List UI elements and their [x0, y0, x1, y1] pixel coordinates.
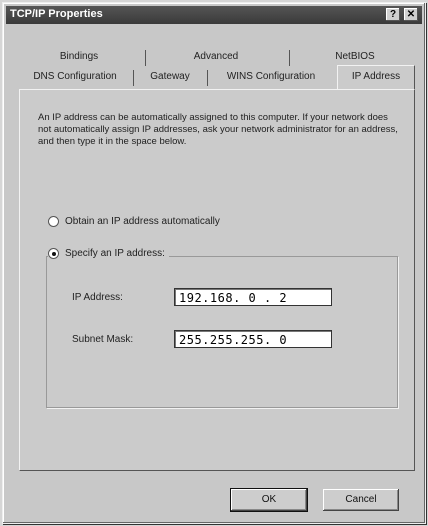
tab-divider: [145, 50, 146, 66]
title-bar[interactable]: TCP/IP Properties ? ✕: [6, 6, 422, 24]
cancel-button[interactable]: Cancel: [323, 489, 399, 511]
tcpip-properties-window: TCP/IP Properties ? ✕ Bindings Advanced …: [2, 2, 426, 524]
ip-address-input[interactable]: 192.168. 0 . 2: [174, 288, 332, 306]
tab-advanced[interactable]: Advanced: [151, 47, 281, 67]
tab-divider: [207, 70, 208, 86]
window-title: TCP/IP Properties: [10, 8, 103, 20]
subnet-mask-label: Subnet Mask:: [72, 334, 134, 345]
ip-address-panel: An IP address can be automatically assig…: [19, 89, 415, 471]
radio-indicator-selected: [48, 248, 59, 259]
description-text: An IP address can be automatically assig…: [38, 112, 398, 147]
subnet-mask-input[interactable]: 255.255.255. 0: [174, 330, 332, 348]
tab-netbios[interactable]: NetBIOS: [295, 47, 415, 67]
ip-address-label: IP Address:: [72, 292, 123, 303]
tab-divider: [289, 50, 290, 66]
tab-divider: [133, 70, 134, 86]
specify-ip-label: Specify an IP address:: [65, 248, 165, 260]
tab-wins-configuration[interactable]: WINS Configuration: [209, 67, 333, 87]
tab-bindings[interactable]: Bindings: [23, 47, 135, 67]
obtain-ip-automatically-radio[interactable]: Obtain an IP address automatically: [48, 216, 220, 227]
tab-strip: Bindings Advanced NetBIOS DNS Configurat…: [19, 47, 417, 90]
obtain-ip-label: Obtain an IP address automatically: [65, 216, 220, 228]
help-button[interactable]: ?: [386, 8, 400, 21]
ok-button[interactable]: OK: [230, 488, 308, 512]
radio-indicator: [48, 216, 59, 227]
tab-dns-configuration[interactable]: DNS Configuration: [19, 67, 131, 87]
close-button[interactable]: ✕: [404, 8, 418, 21]
specify-ip-address-radio[interactable]: Specify an IP address:: [48, 248, 169, 260]
tab-ip-address[interactable]: IP Address: [337, 65, 415, 90]
tab-gateway[interactable]: Gateway: [135, 67, 205, 87]
